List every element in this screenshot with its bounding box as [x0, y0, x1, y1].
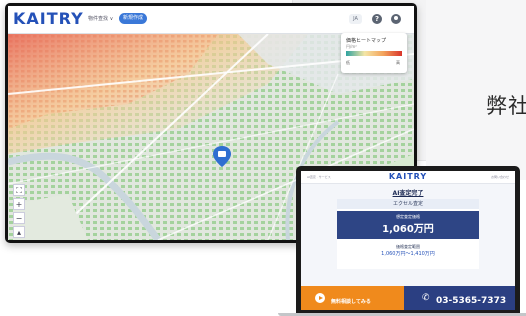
- user-icon[interactable]: [391, 14, 401, 24]
- play-icon: [315, 293, 325, 303]
- property-search-dropdown[interactable]: 物件查找 ∨: [88, 15, 113, 23]
- laptop-screen: AI査定 · サービス KAITRY お問い合わせ AI査定完了 エクセル査定 …: [301, 171, 515, 310]
- language-select[interactable]: JA: [349, 14, 362, 24]
- consult-label: 無料相談してみる: [331, 299, 371, 305]
- price-range-value: 1,060万円〜1,410万円: [381, 251, 435, 257]
- map-controls: ⛶ + − ▴: [13, 184, 25, 240]
- legend-unit: 円/m²: [346, 44, 357, 49]
- heatmap-legend: 価格ヒートマップ 円/m² 低 高: [341, 33, 407, 73]
- legend-low-label: 低: [346, 60, 350, 65]
- help-icon[interactable]: ?: [372, 14, 382, 24]
- background-heading: 弊社: [486, 94, 526, 118]
- consult-button[interactable]: 無料相談してみる: [301, 286, 404, 310]
- zoom-out-button[interactable]: −: [13, 212, 25, 224]
- laptop-logo[interactable]: KAITRY: [301, 173, 515, 181]
- estimated-price-value: 1,060万円: [382, 224, 434, 235]
- create-new-button[interactable]: 新規作成: [119, 13, 147, 24]
- app-logo[interactable]: KAITRY: [13, 9, 84, 29]
- estimated-price-box: 想定査定価格 1,060万円: [337, 211, 479, 239]
- section-label: エクセル査定: [337, 199, 479, 209]
- cta-bar: 無料相談してみる ✆ 03-5365-7373: [301, 286, 515, 310]
- phone-icon: ✆: [422, 293, 430, 303]
- laptop-nav: AI査定 · サービス KAITRY お問い合わせ: [301, 171, 515, 184]
- phone-button[interactable]: ✆ 03-5365-7373: [404, 286, 515, 310]
- result-card: エクセル査定 想定査定価格 1,060万円 価格査定範囲 1,060万円〜1,4…: [337, 199, 479, 269]
- compass-button[interactable]: ▴: [13, 226, 25, 238]
- legend-title: 価格ヒートマップ: [346, 38, 387, 44]
- result-title: AI査定完了: [392, 190, 424, 197]
- laptop-nav-contact[interactable]: お問い合わせ: [491, 175, 509, 179]
- legend-gradient: [346, 51, 402, 56]
- legend-high-label: 高: [396, 60, 400, 65]
- laptop: AI査定 · サービス KAITRY お問い合わせ AI査定完了 エクセル査定 …: [296, 166, 520, 314]
- fullscreen-button[interactable]: ⛶: [13, 184, 25, 196]
- app-header: KAITRY 物件查找 ∨ 新規作成 JA ?: [8, 6, 414, 34]
- phone-number: 03-5365-7373: [436, 296, 507, 306]
- zoom-in-button[interactable]: +: [13, 198, 25, 210]
